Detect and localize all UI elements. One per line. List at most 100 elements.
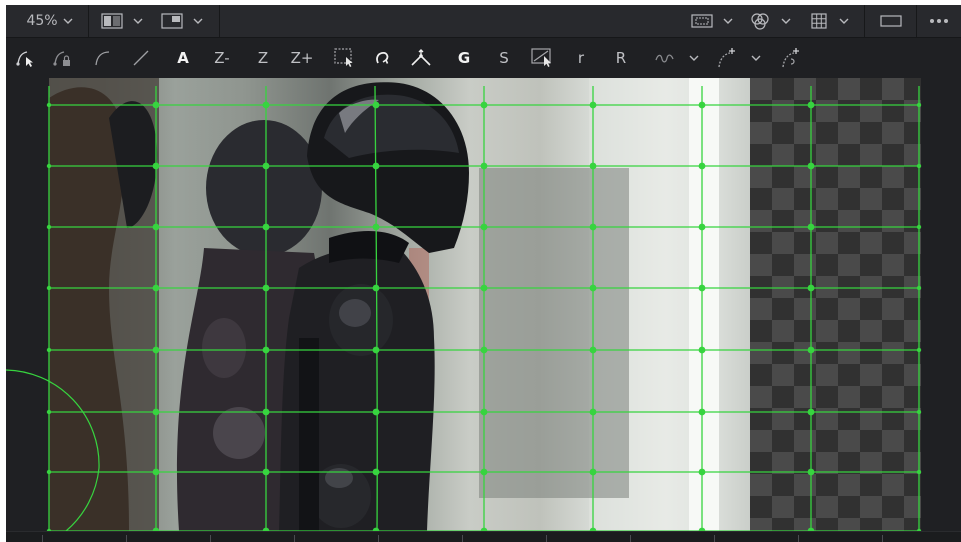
chevron-down-icon[interactable]	[720, 9, 736, 33]
chevron-down-icon[interactable]	[778, 9, 794, 33]
grid-point[interactable]	[46, 469, 52, 475]
marquee-select-icon[interactable]	[332, 46, 358, 70]
chevron-down-icon[interactable]	[684, 46, 704, 70]
circle-handle[interactable]	[6, 369, 100, 531]
grid-point[interactable]	[916, 163, 922, 169]
zoom-out-button[interactable]: Z-	[209, 46, 235, 70]
select-points-icon[interactable]	[13, 46, 39, 70]
grid-point[interactable]	[152, 284, 160, 292]
grid-point[interactable]	[589, 408, 597, 416]
grid-point[interactable]	[46, 224, 52, 230]
insert-point-icon[interactable]	[778, 46, 804, 70]
zoom-dropdown[interactable]: 45%	[20, 9, 80, 33]
reset-selected-button[interactable]: r	[568, 46, 594, 70]
grid-point[interactable]	[262, 223, 270, 231]
wave-distort-icon[interactable]	[652, 46, 678, 70]
grid-point[interactable]	[372, 223, 380, 231]
grid-point[interactable]	[698, 101, 706, 109]
grid-point[interactable]	[807, 284, 815, 292]
grid-point[interactable]	[480, 101, 488, 109]
image-viewer[interactable]	[6, 78, 961, 531]
zoom-in-button[interactable]: Z+	[289, 46, 315, 70]
grid-point[interactable]	[807, 162, 815, 170]
grid-point[interactable]	[589, 162, 597, 170]
grid-point[interactable]	[262, 408, 270, 416]
grid-point[interactable]	[698, 408, 706, 416]
grid-point[interactable]	[807, 468, 815, 476]
grid-point[interactable]	[480, 284, 488, 292]
grid-point[interactable]	[916, 224, 922, 230]
select-region-icon[interactable]	[530, 46, 556, 70]
grid-point[interactable]	[46, 285, 52, 291]
smooth-button[interactable]: S	[491, 46, 517, 70]
grid-point[interactable]	[372, 101, 380, 109]
grid-point[interactable]	[46, 102, 52, 108]
rotate-icon[interactable]	[370, 46, 396, 70]
grid-point[interactable]	[46, 163, 52, 169]
add-point-curve-icon[interactable]	[714, 46, 740, 70]
grid-point[interactable]	[480, 223, 488, 231]
grid-point[interactable]	[698, 346, 706, 354]
grid-point[interactable]	[262, 101, 270, 109]
grid-point[interactable]	[698, 162, 706, 170]
grid-point[interactable]	[372, 408, 380, 416]
more-options-icon[interactable]	[924, 9, 954, 33]
grid-point[interactable]	[152, 162, 160, 170]
grid-point[interactable]	[262, 468, 270, 476]
grid-point[interactable]	[262, 346, 270, 354]
grid-warp-overlay[interactable]	[6, 78, 961, 531]
roi-icon[interactable]	[688, 9, 716, 33]
grid-point[interactable]	[807, 346, 815, 354]
grid-point[interactable]	[152, 468, 160, 476]
grid-point[interactable]	[698, 223, 706, 231]
grid-point[interactable]	[807, 101, 815, 109]
grid-point[interactable]	[372, 284, 380, 292]
smooth-curve-icon[interactable]	[90, 46, 116, 70]
chevron-down-icon[interactable]	[130, 9, 146, 33]
grid-point[interactable]	[589, 346, 597, 354]
grid-point[interactable]	[916, 409, 922, 415]
grid-point[interactable]	[589, 101, 597, 109]
grid-point[interactable]	[480, 346, 488, 354]
chevron-down-icon[interactable]	[190, 9, 206, 33]
zoom-fit-button[interactable]: Z	[250, 46, 276, 70]
chevron-down-icon[interactable]	[836, 9, 852, 33]
grid-point[interactable]	[372, 468, 380, 476]
grid-point[interactable]	[46, 347, 52, 353]
grid-point[interactable]	[480, 408, 488, 416]
aspect-rectangle-icon[interactable]	[876, 9, 906, 33]
grid-point[interactable]	[589, 223, 597, 231]
timeline-ruler[interactable]	[6, 531, 961, 542]
lock-points-icon[interactable]	[50, 46, 76, 70]
color-channels-icon[interactable]	[746, 9, 774, 33]
grid-point[interactable]	[807, 408, 815, 416]
grid-point[interactable]	[916, 347, 922, 353]
grid-toggle-button[interactable]: G	[451, 46, 477, 70]
grid-point[interactable]	[372, 346, 380, 354]
chevron-down-icon[interactable]	[746, 46, 766, 70]
grid-point[interactable]	[152, 346, 160, 354]
grid-point[interactable]	[262, 162, 270, 170]
grid-icon[interactable]	[806, 9, 832, 33]
grid-point[interactable]	[916, 469, 922, 475]
grid-point[interactable]	[480, 162, 488, 170]
linear-line-icon[interactable]	[128, 46, 154, 70]
wipe-view-icon[interactable]	[158, 9, 186, 33]
grid-point[interactable]	[152, 408, 160, 416]
grid-point[interactable]	[480, 468, 488, 476]
grid-point[interactable]	[262, 284, 270, 292]
grid-point[interactable]	[698, 284, 706, 292]
transform-handle-icon[interactable]	[408, 46, 434, 70]
grid-point[interactable]	[372, 162, 380, 170]
grid-point[interactable]	[589, 284, 597, 292]
select-all-points-button[interactable]: A	[170, 46, 196, 70]
grid-point[interactable]	[152, 223, 160, 231]
grid-point[interactable]	[46, 409, 52, 415]
split-view-icon[interactable]	[98, 9, 126, 33]
grid-point[interactable]	[916, 285, 922, 291]
grid-point[interactable]	[807, 223, 815, 231]
reset-all-button[interactable]: R	[608, 46, 634, 70]
grid-point[interactable]	[589, 468, 597, 476]
grid-point[interactable]	[698, 468, 706, 476]
grid-point[interactable]	[916, 102, 922, 108]
